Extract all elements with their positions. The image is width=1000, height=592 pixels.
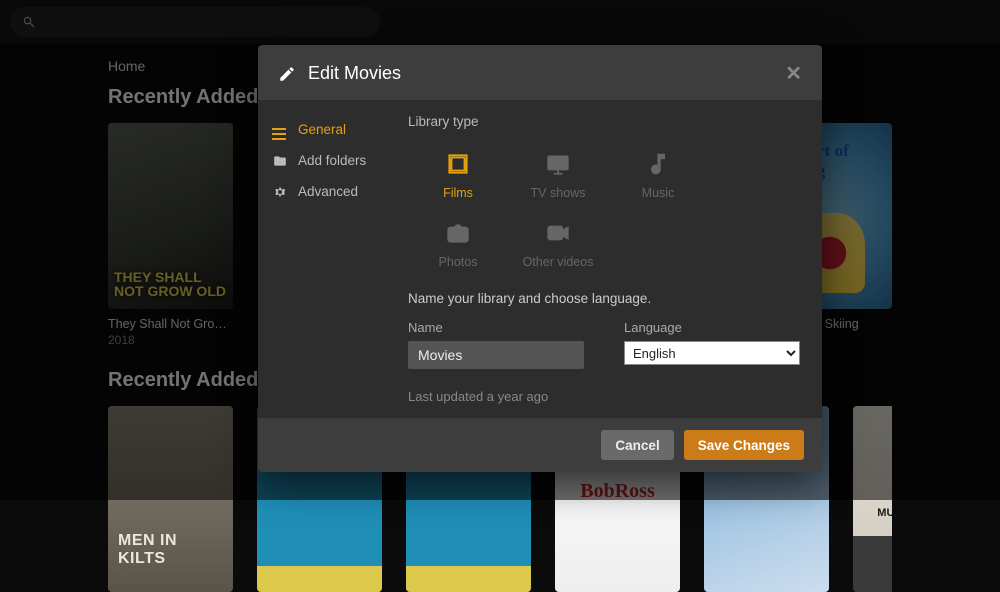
side-nav-label: General xyxy=(298,122,346,137)
library-type-photos[interactable]: Photos xyxy=(408,212,508,275)
video-icon xyxy=(543,220,573,246)
side-nav-label: Add folders xyxy=(298,153,366,168)
library-type-label: Library type xyxy=(408,114,800,129)
list-icon xyxy=(272,123,288,137)
side-nav-add-folders[interactable]: Add folders xyxy=(258,145,386,176)
gear-icon xyxy=(272,185,288,199)
modal-side-nav: General Add folders Advanced xyxy=(258,100,386,418)
side-nav-general[interactable]: General xyxy=(258,114,386,145)
film-icon xyxy=(443,151,473,177)
modal-title: Edit Movies xyxy=(308,63,785,84)
type-label: TV shows xyxy=(508,186,608,200)
save-changes-button[interactable]: Save Changes xyxy=(684,430,804,460)
side-nav-label: Advanced xyxy=(298,184,358,199)
pane-hint: Name your library and choose language. xyxy=(408,291,800,306)
type-label: Music xyxy=(608,186,708,200)
library-type-tv[interactable]: TV shows xyxy=(508,143,608,206)
library-type-films[interactable]: Films xyxy=(408,143,508,206)
edit-library-modal: Edit Movies ✕ General Add folders Advanc… xyxy=(258,45,822,472)
language-field-label: Language xyxy=(624,320,800,335)
name-field-label: Name xyxy=(408,320,584,335)
type-label: Other videos xyxy=(508,255,608,269)
camera-icon xyxy=(443,220,473,246)
close-button[interactable]: ✕ xyxy=(785,64,802,84)
library-name-input[interactable] xyxy=(408,341,584,369)
modal-general-pane: Library type Films TV shows Music Photos xyxy=(386,100,822,418)
library-type-grid: Films TV shows Music Photos Other videos xyxy=(408,143,800,275)
library-type-music[interactable]: Music xyxy=(608,143,708,206)
type-label: Photos xyxy=(408,255,508,269)
language-select[interactable]: English xyxy=(624,341,800,365)
last-updated-text: Last updated a year ago xyxy=(408,389,800,404)
music-icon xyxy=(643,151,673,177)
folder-icon xyxy=(272,154,288,168)
modal-header: Edit Movies ✕ xyxy=(258,45,822,100)
modal-footer: Cancel Save Changes xyxy=(258,418,822,472)
tv-icon xyxy=(543,151,573,177)
pencil-icon xyxy=(278,65,296,83)
side-nav-advanced[interactable]: Advanced xyxy=(258,176,386,207)
library-type-other[interactable]: Other videos xyxy=(508,212,608,275)
cancel-button[interactable]: Cancel xyxy=(601,430,673,460)
type-label: Films xyxy=(408,186,508,200)
